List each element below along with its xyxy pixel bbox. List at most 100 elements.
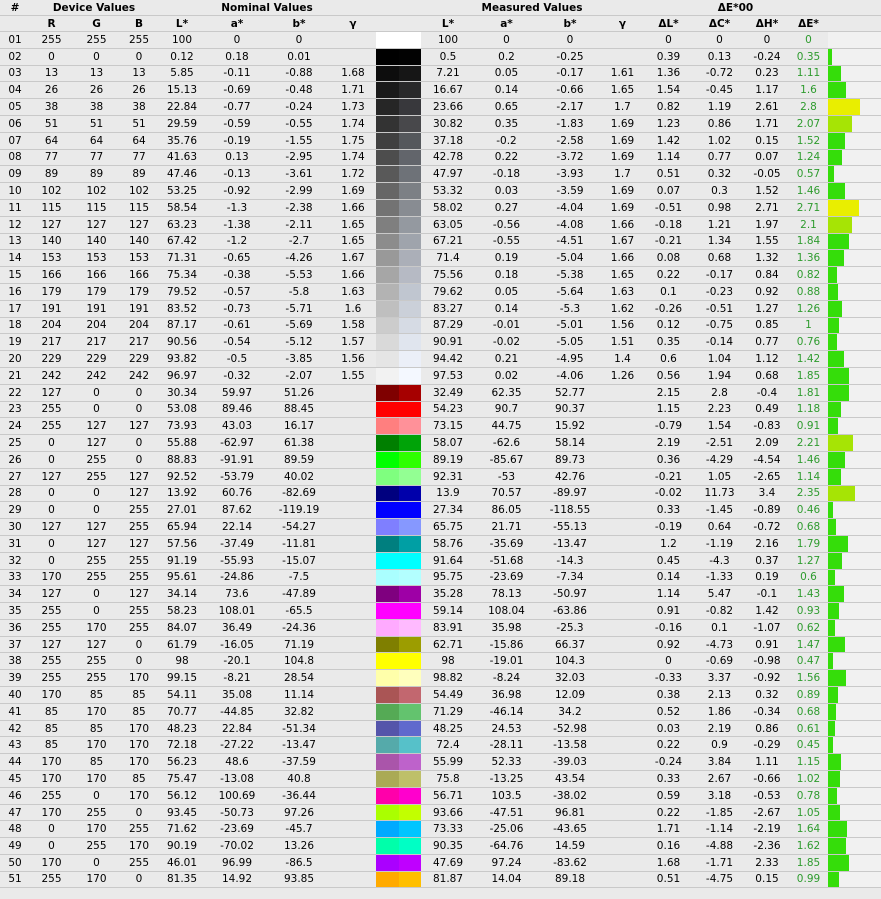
device-r-value: 153 [30,250,73,266]
color-swatch [376,788,421,804]
measured-l-value: 67.21 [421,234,475,250]
measured-b-value: -13.47 [538,536,602,552]
nominal-color-half [376,704,399,720]
measured-gamma-value: 1.69 [602,200,643,216]
device-r-value: 179 [30,284,73,300]
nominal-color-half [376,670,399,686]
nominal-b-value: 28.54 [268,670,330,686]
device-b-value: 77 [120,150,158,166]
delta-l-value: 0.1 [643,284,694,300]
delta-e-bar-cell [828,502,881,518]
measured-a-value: -64.76 [475,838,538,854]
delta-e-bar [828,234,849,250]
delta-c-value: 1.02 [694,133,745,149]
delta-c-value: -1.19 [694,536,745,552]
measured-a-value: 36.98 [475,687,538,703]
measured-a-value: 78.13 [475,586,538,602]
patch-row: 47170255093.45-50.7397.2693.66-47.5196.8… [0,804,881,821]
color-swatch [376,872,421,887]
nominal-gamma-value [330,872,376,887]
nominal-l-value: 34.14 [158,586,206,602]
delta-c-value: -4.75 [694,872,745,887]
row-number: 10 [0,183,30,199]
delta-e-bar-cell [828,536,881,552]
delta-e-bar-cell [828,653,881,669]
measured-color-half [399,805,422,821]
patch-row: 260255088.83-91.9189.5989.19-85.6789.730… [0,451,881,468]
measured-gamma-value [602,788,643,804]
delta-l-value: 0.22 [643,267,694,283]
delta-e-bar [828,805,840,821]
delta-c-value: -0.23 [694,284,745,300]
delta-e-bar [828,368,849,384]
patch-row: 0989898947.46-0.13-3.611.7247.97-0.18-3.… [0,165,881,182]
measured-color-half [399,301,422,317]
device-b-value: 229 [120,351,158,367]
delta-e-value: 1.42 [789,351,828,367]
patch-row: 221270030.3459.9751.2632.4962.3552.772.1… [0,384,881,401]
delta-l-value: -0.18 [643,217,694,233]
measured-color-half [399,435,422,451]
delta-l-value: -0.51 [643,200,694,216]
device-g-value: 85 [73,687,120,703]
nominal-l-value: 75.34 [158,267,206,283]
measured-b-value: 42.76 [538,469,602,485]
nominal-gamma-value: 1.57 [330,334,376,350]
row-number: 19 [0,334,30,350]
measured-l-value: 56.71 [421,788,475,804]
delta-e-bar [828,754,841,770]
measured-color-half [399,721,422,737]
measured-l-value: 62.71 [421,637,475,653]
nominal-a-value: -27.22 [206,737,268,753]
nominal-b-value: 88.45 [268,402,330,418]
device-r-value: 115 [30,200,73,216]
delta-e-bar [828,435,853,451]
delta-c-value: 1.19 [694,99,745,115]
delta-e-value: 2.07 [789,116,828,132]
measured-b-value: -14.3 [538,553,602,569]
row-number: 03 [0,66,30,82]
nominal-color-half [376,872,399,887]
nominal-l-value: 30.34 [158,385,206,401]
device-g-value: 255 [73,838,120,854]
delta-h-value: 2.33 [745,855,789,871]
nominal-a-value: -0.65 [206,250,268,266]
device-g-value: 170 [73,771,120,787]
measured-l-value: 92.31 [421,469,475,485]
color-swatch [376,838,421,854]
nominal-a-value: -70.02 [206,838,268,854]
nominal-a-value: -37.49 [206,536,268,552]
delta-h-value: 1.42 [745,603,789,619]
nominal-b-value: 89.59 [268,452,330,468]
nominal-gamma-value [330,670,376,686]
delta-e-value: 1.52 [789,133,828,149]
delta-l-value: 0.07 [643,183,694,199]
delta-c-value: -1.85 [694,805,745,821]
delta-l-value: 0.52 [643,704,694,720]
measured-b-value: 0 [538,32,602,48]
measured-color-half [399,250,422,266]
nominal-gamma-value: 1.68 [330,66,376,82]
delta-e-bar [828,166,834,182]
delta-h-value: -0.1 [745,586,789,602]
measured-color-half [399,687,422,703]
nominal-l-value: 5.85 [158,66,206,82]
patch-row: 1010210210253.25-0.92-2.991.6953.320.03-… [0,182,881,199]
delta-c-value: -0.51 [694,301,745,317]
nominal-b-value: -5.53 [268,267,330,283]
delta-l-value: 1.42 [643,133,694,149]
delta-e-bar-cell [828,586,881,602]
device-r-value: 255 [30,872,73,887]
nominal-gamma-value [330,721,376,737]
device-g-value: 170 [73,620,120,636]
delta-e-bar-cell [828,805,881,821]
nominal-gamma-value: 1.65 [330,234,376,250]
device-g-value: 255 [73,805,120,821]
device-b-value: 170 [120,838,158,854]
measured-l-value: 16.67 [421,82,475,98]
nominal-a-value: 0 [206,32,268,48]
measured-color-half [399,200,422,216]
measured-gamma-value [602,519,643,535]
nominal-a-value: -0.92 [206,183,268,199]
device-b-value: 0 [120,435,158,451]
